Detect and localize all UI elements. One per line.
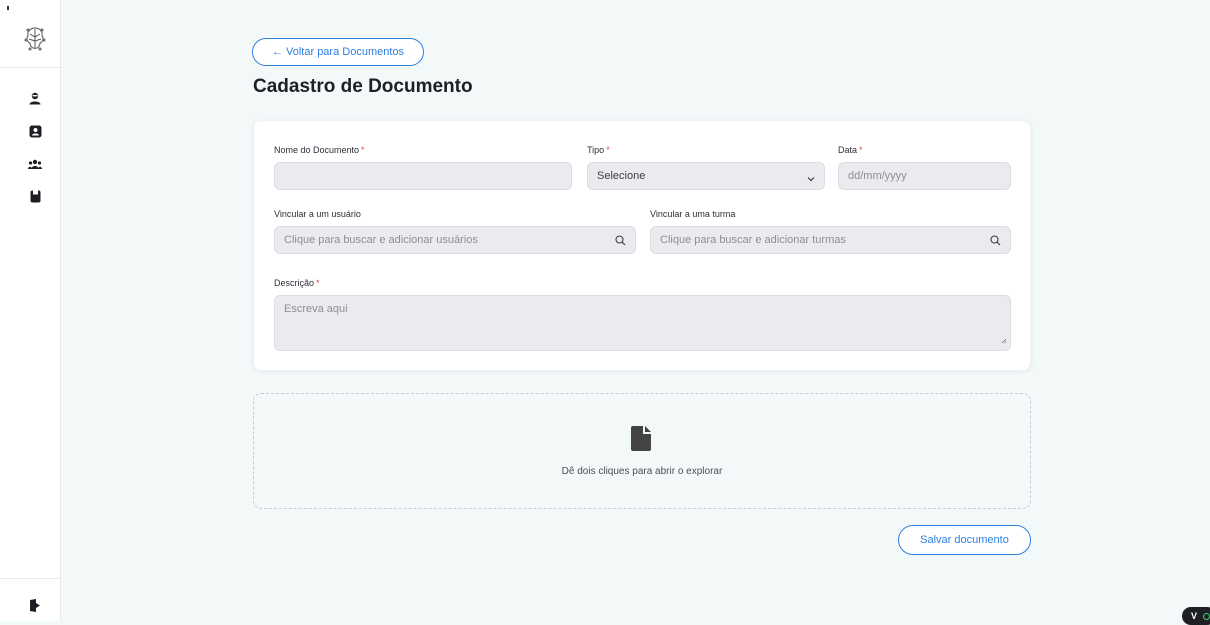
resize-grip-icon[interactable] [1001,335,1007,347]
page-title: Cadastro de Documento [253,76,473,97]
brain-logo-icon[interactable] [24,26,46,52]
file-dropzone[interactable]: Dê dois cliques para abrir o explorar [253,393,1031,509]
type-label: Tipo * [587,145,610,155]
badge-label: V [1191,611,1198,621]
date-input[interactable]: dd/mm/yyyy [838,162,1011,190]
file-icon [631,426,651,456]
user-card-icon[interactable] [28,124,42,138]
corner-mark [7,6,9,10]
user-search-input[interactable]: Clique para buscar e adicionar usuários [274,226,636,254]
document-icon[interactable] [28,189,42,203]
status-dot-icon [1203,612,1210,620]
sidebar-divider [0,67,60,68]
group-icon[interactable] [28,157,42,171]
search-icon[interactable] [990,235,1001,249]
document-name-input[interactable] [274,162,572,190]
description-textarea[interactable]: Escreva aqui [274,295,1011,351]
sidebar [0,0,61,621]
required-mark: * [606,145,610,155]
dropzone-hint: Dê dois cliques para abrir o explorar [561,466,723,477]
save-label: Salvar documento [920,534,1009,546]
required-mark: * [316,278,320,288]
type-select[interactable]: Selecione [587,162,825,190]
extension-badge[interactable]: V [1182,607,1210,625]
back-label: ← Voltar para Documentos [271,46,405,58]
link-user-label: Vincular a um usuário [274,209,361,219]
name-label: Nome do Documento * [274,145,365,155]
document-form-card: Nome do Documento * Tipo * Selecione Data *… [253,120,1031,371]
required-mark: * [859,145,863,155]
sidebar-divider [0,578,60,579]
class-search-input[interactable]: Clique para buscar e adicionar turmas [650,226,1011,254]
required-mark: * [361,145,365,155]
user-icon[interactable] [28,91,42,105]
date-label: Data * [838,145,863,155]
link-class-label: Vincular a uma turma [650,209,736,219]
chevron-down-icon [807,173,815,185]
back-to-documents-button[interactable]: ← Voltar para Documentos [252,38,424,66]
description-label: Descrição * [274,278,320,288]
search-icon[interactable] [615,235,626,249]
logout-icon[interactable] [28,598,42,612]
save-document-button[interactable]: Salvar documento [898,525,1031,555]
